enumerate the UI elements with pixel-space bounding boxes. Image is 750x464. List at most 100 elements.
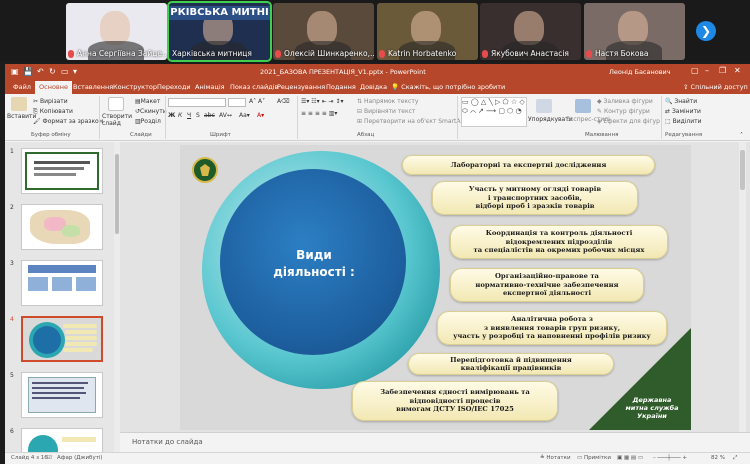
shape-outline-button[interactable]: ✎ Контур фігури [597, 108, 650, 115]
trident-icon [200, 164, 210, 176]
zoom-slider[interactable]: – ───┼─── + [653, 455, 687, 461]
arrange-icon[interactable] [536, 99, 552, 113]
underline-icon[interactable]: Ч [187, 112, 191, 119]
shadow-icon[interactable]: S [196, 112, 200, 119]
font-color-icon[interactable]: A▾ [257, 112, 264, 119]
muted-mic-icon [275, 50, 281, 58]
slide-thumbnail-6[interactable] [21, 428, 103, 452]
thumbnail-box [76, 277, 96, 291]
tab-file[interactable]: Файл [13, 83, 31, 91]
next-participants-button[interactable]: ❯ [696, 21, 716, 41]
tab-slideshow[interactable]: Показ слайдів [230, 83, 278, 91]
font-name-input[interactable] [168, 98, 226, 107]
autosave-icon[interactable]: ▣ [11, 67, 19, 77]
participant-tile[interactable]: Олексій Шинкаренко,... [273, 3, 374, 60]
tab-home[interactable]: Основне [35, 81, 72, 94]
zoom-level[interactable]: 82 % [711, 455, 725, 461]
redo-icon[interactable]: ↻ [49, 67, 56, 77]
text-direction-button[interactable]: ⇅ Напрямок тексту [357, 98, 418, 105]
slideshow-start-icon[interactable]: ▭ [61, 67, 69, 77]
thumbnail-circle-inner [33, 326, 61, 354]
thumbnail-pill [65, 330, 97, 334]
drawing-group-label: Малювання [585, 132, 619, 138]
bold-icon[interactable]: Ж [168, 112, 175, 119]
replace-button[interactable]: ⇄ Замінити [665, 108, 701, 115]
maximize-icon[interactable]: ❐ [719, 66, 726, 75]
language-indicator[interactable]: Афар (Джибуті) [57, 455, 103, 461]
copy-label: Копіювати [39, 108, 73, 115]
editor-vertical-scrollbar[interactable] [739, 142, 746, 432]
fit-slide-icon[interactable]: ⤢ [733, 455, 737, 462]
paste-icon[interactable] [11, 97, 27, 111]
clear-format-icon[interactable]: A⌫ [277, 98, 290, 105]
share-button[interactable]: ⇪ Спільний доступ [683, 83, 748, 91]
convert-smartart-button[interactable]: ⊞ Перетворити на об'єкт SmartArt [357, 118, 465, 125]
strikethrough-icon[interactable]: abc [204, 112, 215, 119]
customize-toolbar-icon[interactable]: ▾ [73, 67, 77, 77]
tab-review[interactable]: Рецензування [277, 83, 325, 91]
thumbnail-pill [62, 437, 96, 442]
participant-tile[interactable]: Анна Сергіївна Зайце... [66, 3, 167, 60]
shape-effects-button[interactable]: ◈ Ефекти для фігур [597, 118, 660, 125]
participant-name: Анна Сергіївна Зайце... [77, 49, 167, 58]
participant-tile[interactable]: РКІВСЬКА МИТНІ Харківська митниця [167, 1, 272, 62]
scrollbar-thumb[interactable] [740, 150, 745, 190]
tab-view[interactable]: Подання [326, 83, 356, 91]
shape-fill-button[interactable]: ◆ Заливка фігури [597, 98, 653, 105]
select-icon: ⬚ [665, 118, 671, 125]
tab-insert[interactable]: Вставлення [73, 83, 113, 91]
change-case-icon[interactable]: Aa▾ [239, 112, 250, 119]
comments-toggle[interactable]: ▭ Примітки [577, 455, 611, 461]
cut-button[interactable]: ✂ Вирізати [33, 98, 68, 105]
tell-me-search[interactable]: 💡 Скажіть, що потрібно зробити [391, 83, 505, 91]
slide-thumbnail-3[interactable] [21, 260, 103, 306]
new-slide-icon[interactable] [108, 97, 124, 111]
collapse-ribbon-icon[interactable]: ˄ [740, 132, 743, 139]
view-normal-icon[interactable]: ▣ ▦ ▤ ▭ [617, 455, 643, 461]
participant-banner: РКІВСЬКА МИТНІ [169, 6, 270, 20]
align-text-button[interactable]: ⊟ Вирівняти текст [357, 108, 415, 115]
participant-silhouette [514, 11, 544, 45]
participant-silhouette [100, 11, 130, 45]
tab-animations[interactable]: Анімація [195, 83, 225, 91]
font-size-input[interactable] [228, 98, 246, 107]
select-button[interactable]: ⬚ Виділити [665, 118, 702, 125]
italic-icon[interactable]: К [178, 112, 182, 119]
quick-styles-icon[interactable] [575, 99, 591, 113]
slide-thumbnail-4[interactable] [21, 316, 103, 362]
layout-button[interactable]: ▤Макет [135, 98, 160, 105]
tab-design[interactable]: Конструктор [113, 83, 157, 91]
grow-font-icon[interactable]: A˄ A˅ [249, 98, 265, 105]
undo-icon[interactable]: ↶ [37, 67, 44, 77]
participant-tile[interactable]: Katrin Horbatenko [377, 3, 478, 60]
shapes-gallery[interactable]: ▭ ◯ △ ╲ ▷ ⬠ ☆ ◇ ⬭ ⌒ ↗ ⟶ ▢ ⬡ ◔ [461, 97, 527, 127]
slide-thumbnail-5[interactable] [21, 372, 103, 418]
scrollbar-thumb[interactable] [115, 154, 119, 234]
format-painter-button[interactable]: 🖌 Формат за зразком [33, 118, 103, 125]
center-title: Види діяльності : [273, 248, 355, 279]
tab-transitions[interactable]: Переходи [157, 83, 191, 91]
bullets-icon[interactable]: ☰▾ ☷▾ ⇤ ⇥ ↕▾ [301, 98, 344, 105]
slide-thumbnail-2[interactable] [21, 204, 103, 250]
notes-pane[interactable]: Нотатки до слайда [120, 432, 750, 452]
cut-label: Вирізати [39, 98, 68, 105]
close-icon[interactable]: ✕ [734, 66, 741, 75]
minimize-icon[interactable]: – [705, 66, 709, 75]
find-button[interactable]: 🔍 Знайти [665, 98, 697, 105]
paste-button[interactable]: Вставити [7, 113, 36, 120]
copy-button[interactable]: ⎘ Копіювати [33, 108, 73, 116]
reset-button[interactable]: ↺Скинути [135, 108, 167, 115]
current-slide[interactable]: Види діяльності : Лабораторні та експерт… [180, 145, 691, 430]
spacing-icon[interactable]: AV↔ [219, 112, 232, 119]
save-icon[interactable]: 💾 [23, 67, 33, 77]
spellcheck-icon[interactable]: ☑ [47, 455, 52, 461]
align-icons[interactable]: ≡ ≡ ≡ ≡ ▥▾ [301, 110, 337, 117]
ribbon-display-icon[interactable]: ▢ [691, 66, 699, 75]
notes-toggle[interactable]: ≜ Нотатки [540, 455, 571, 461]
participant-tile[interactable]: Якубович Анастасія [480, 3, 581, 60]
participant-tile[interactable]: Настя Бокова [584, 3, 685, 60]
tab-help[interactable]: Довідка [360, 83, 387, 91]
section-button[interactable]: ▥Розділ [135, 118, 161, 125]
new-slide-button[interactable]: Створити слайд [102, 113, 132, 127]
slide-thumbnail-1[interactable] [21, 148, 103, 194]
